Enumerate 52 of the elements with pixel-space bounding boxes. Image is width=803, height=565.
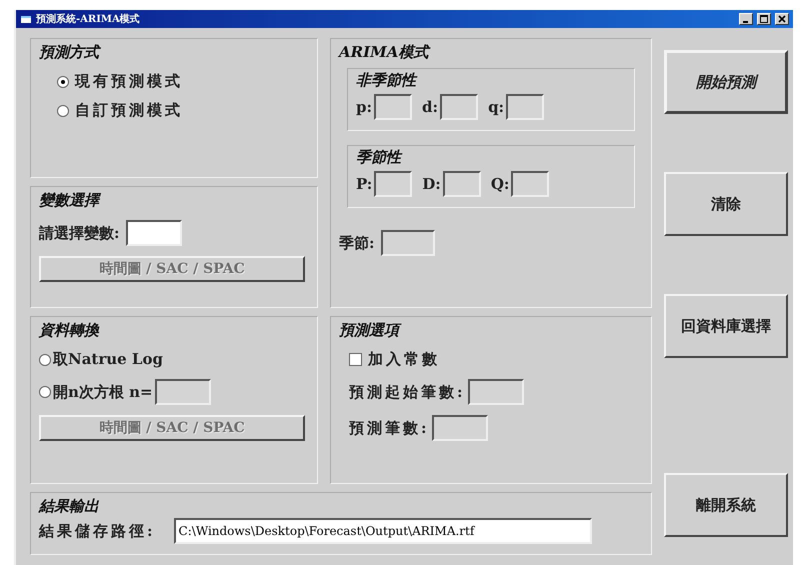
maximize-icon: [760, 15, 768, 23]
radio-label: 開n次方根 n=: [53, 382, 153, 402]
season-field[interactable]: [380, 230, 435, 256]
radio-label: 取Natrue Log: [53, 350, 163, 369]
root-field[interactable]: [154, 379, 211, 405]
action-button[interactable]: 開始預測: [664, 50, 788, 114]
count-field[interactable]: [468, 379, 524, 405]
subgroup-title: 季節性: [356, 148, 404, 167]
field-label: 預測起始筆數:: [349, 382, 466, 402]
group-title: 資料轉換: [39, 321, 100, 340]
maximize-button[interactable]: [757, 13, 771, 25]
parameter-field[interactable]: [511, 171, 550, 197]
field-label: 季節:: [339, 234, 375, 252]
group-title: ARIMA模式: [339, 43, 432, 62]
field-label: q:: [488, 98, 504, 116]
radio-label: 自訂預測模式: [75, 101, 183, 120]
field-label: 請選擇變數:: [39, 224, 120, 242]
parameter-field[interactable]: [374, 94, 412, 120]
radio-button[interactable]: [39, 386, 51, 398]
parameter-field[interactable]: [442, 171, 481, 197]
radio-button[interactable]: [57, 104, 69, 116]
subgroup-title: 非季節性: [356, 71, 418, 90]
checkbox[interactable]: [349, 353, 362, 366]
group-title: 變數選擇: [39, 191, 102, 210]
radio-button[interactable]: [39, 354, 51, 366]
field-label: D:: [422, 175, 441, 193]
group-title: 預測方式: [39, 43, 102, 62]
group-title: 預測選項: [339, 321, 643, 340]
action-button[interactable]: 回資料庫選擇: [664, 294, 788, 358]
count-field[interactable]: [432, 415, 488, 441]
minimize-button[interactable]: [739, 13, 753, 25]
field-label: Q:: [490, 175, 510, 193]
path-field[interactable]: C:\Windows\Desktop\Forecast\Output\ARIMA.rtf: [174, 518, 592, 544]
app-icon: [20, 14, 32, 24]
parameter-field[interactable]: [440, 94, 478, 120]
close-button[interactable]: [775, 13, 789, 25]
action-button[interactable]: 清除: [664, 172, 788, 236]
field-label: 預測筆數:: [349, 418, 430, 438]
field-label: p:: [356, 98, 372, 116]
radio-label: 現有預測模式: [75, 72, 183, 91]
field-label: d:: [422, 98, 438, 116]
field-label: P:: [356, 175, 372, 193]
variable-field[interactable]: [126, 220, 182, 246]
action-button[interactable]: 離開系統: [664, 473, 788, 537]
group-title: 結果輸出: [39, 497, 100, 516]
field-label: 結果儲存路徑:: [39, 522, 156, 540]
parameter-field[interactable]: [506, 94, 544, 120]
close-icon: [778, 15, 786, 23]
radio-button[interactable]: [57, 76, 69, 88]
parameter-field[interactable]: [374, 171, 412, 197]
checkbox-label: 加入常數: [368, 350, 440, 369]
window-title: 預測系統-ARIMA模式: [36, 12, 141, 26]
